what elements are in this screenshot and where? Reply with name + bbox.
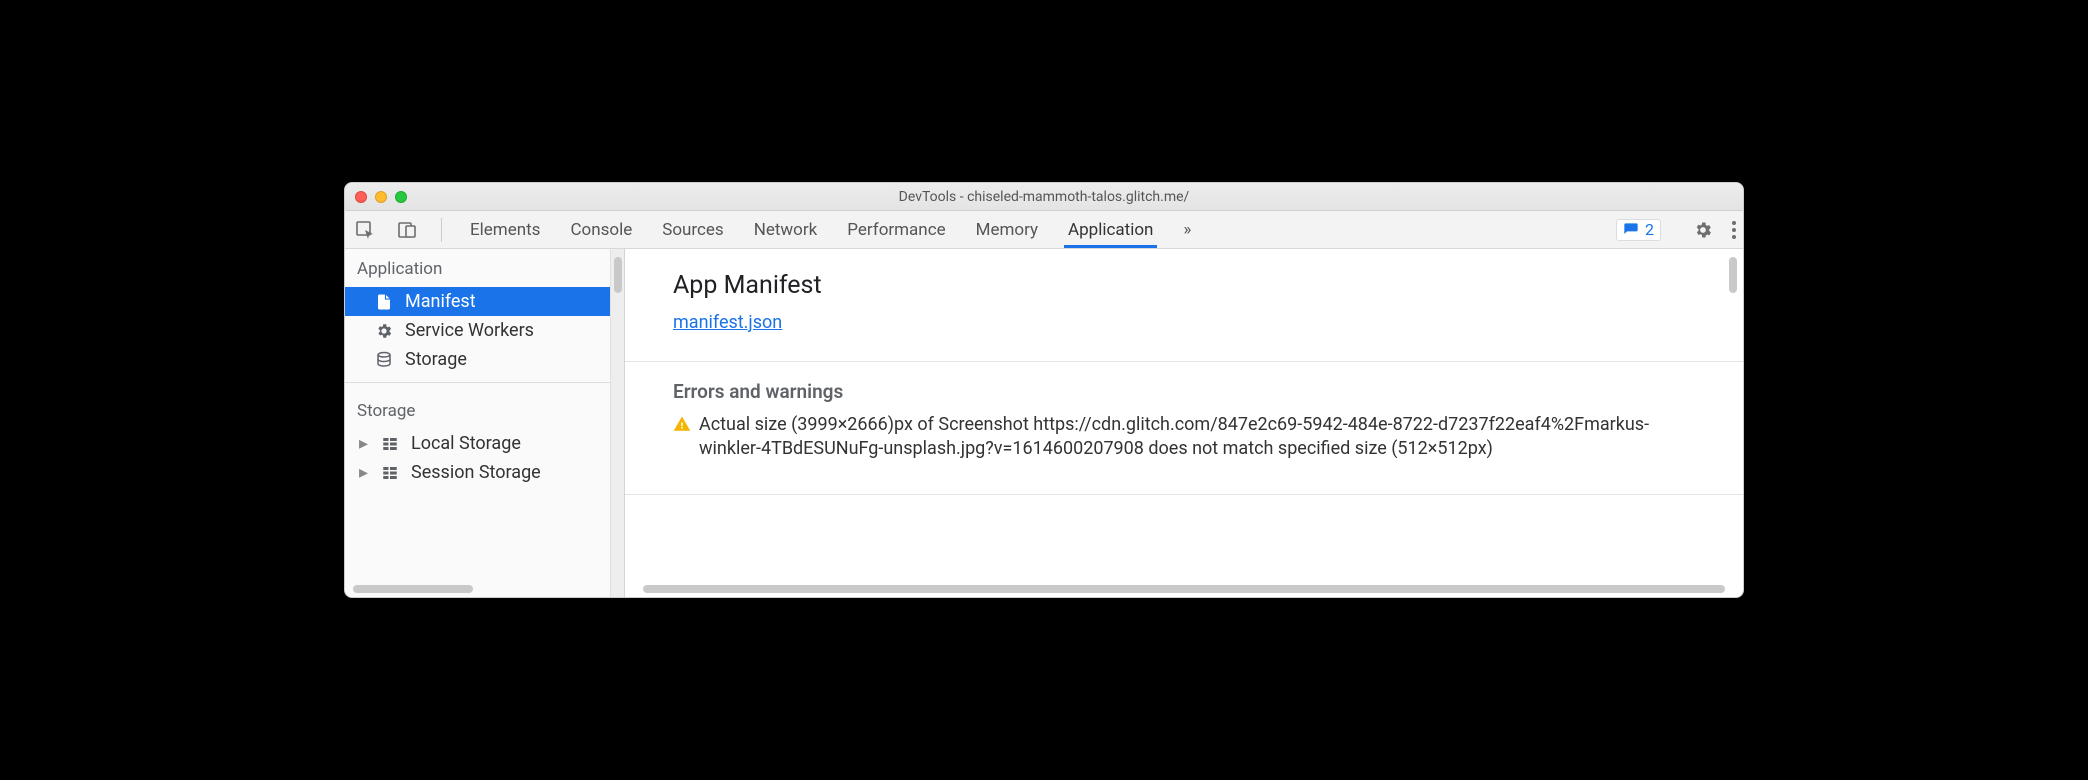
tab-sources[interactable]: Sources xyxy=(658,211,727,248)
tab-application[interactable]: Application xyxy=(1064,211,1157,248)
issues-badge[interactable]: 2 xyxy=(1616,219,1661,241)
devtools-tabbar: Elements Console Sources Network Perform… xyxy=(345,211,1743,249)
divider xyxy=(345,382,610,383)
warning-icon xyxy=(673,415,691,462)
sidebar-item-label: Session Storage xyxy=(411,462,541,483)
tab-memory[interactable]: Memory xyxy=(972,211,1042,248)
gear-icon xyxy=(375,322,395,340)
close-button[interactable] xyxy=(355,191,367,203)
file-icon xyxy=(375,293,395,311)
issues-count: 2 xyxy=(1645,220,1654,239)
minimize-button[interactable] xyxy=(375,191,387,203)
main-panel: App Manifest manifest.json Errors and wa… xyxy=(625,249,1743,597)
warning-text: Actual size (3999×2666)px of Screenshot … xyxy=(699,413,1695,462)
more-tabs-button[interactable]: » xyxy=(1179,211,1195,248)
main-v-scrollbar[interactable] xyxy=(1729,257,1737,293)
sidebar-item-local-storage[interactable]: ▸ Local Storage xyxy=(345,429,610,458)
sidebar-item-label: Service Workers xyxy=(405,320,534,341)
sidebar-section-application: Application xyxy=(345,249,610,287)
tab-elements[interactable]: Elements xyxy=(466,211,544,248)
expand-arrow-icon[interactable]: ▸ xyxy=(359,433,371,454)
sidebar-h-scrollbar[interactable] xyxy=(353,581,602,593)
tab-console[interactable]: Console xyxy=(566,211,636,248)
database-icon xyxy=(375,351,395,369)
maximize-button[interactable] xyxy=(395,191,407,203)
application-sidebar: Application Manifest Service Workers xyxy=(345,249,611,597)
sidebar-item-manifest[interactable]: Manifest xyxy=(345,287,610,316)
device-toolbar-icon[interactable] xyxy=(397,220,417,240)
inspect-element-icon[interactable] xyxy=(355,220,375,240)
tab-network[interactable]: Network xyxy=(750,211,822,248)
settings-icon[interactable] xyxy=(1693,220,1713,240)
splitter[interactable] xyxy=(611,249,625,597)
page-title: App Manifest xyxy=(673,271,1703,300)
window-title: DevTools - chiseled-mammoth-talos.glitch… xyxy=(345,189,1743,205)
sidebar-item-label: Manifest xyxy=(405,291,476,312)
sidebar-item-storage[interactable]: Storage xyxy=(345,345,610,374)
sidebar-item-label: Storage xyxy=(405,349,467,370)
sidebar-item-service-workers[interactable]: Service Workers xyxy=(345,316,610,345)
sidebar-section-storage: Storage xyxy=(345,391,610,429)
titlebar: DevTools - chiseled-mammoth-talos.glitch… xyxy=(345,183,1743,211)
sidebar-item-session-storage[interactable]: ▸ Session Storage xyxy=(345,458,610,487)
workspace: Application Manifest Service Workers xyxy=(345,249,1743,597)
errors-heading: Errors and warnings xyxy=(625,362,1743,413)
manifest-link[interactable]: manifest.json xyxy=(673,312,782,333)
expand-arrow-icon[interactable]: ▸ xyxy=(359,462,371,483)
traffic-lights xyxy=(355,191,407,203)
main-h-scrollbar[interactable] xyxy=(643,581,1725,593)
grid-icon xyxy=(381,464,401,482)
warning-row: Actual size (3999×2666)px of Screenshot … xyxy=(625,413,1743,476)
sidebar-item-label: Local Storage xyxy=(411,433,521,454)
kebab-menu-icon[interactable] xyxy=(1731,220,1737,240)
grid-icon xyxy=(381,435,401,453)
separator xyxy=(441,218,442,242)
tab-performance[interactable]: Performance xyxy=(843,211,949,248)
devtools-window: DevTools - chiseled-mammoth-talos.glitch… xyxy=(344,182,1744,598)
